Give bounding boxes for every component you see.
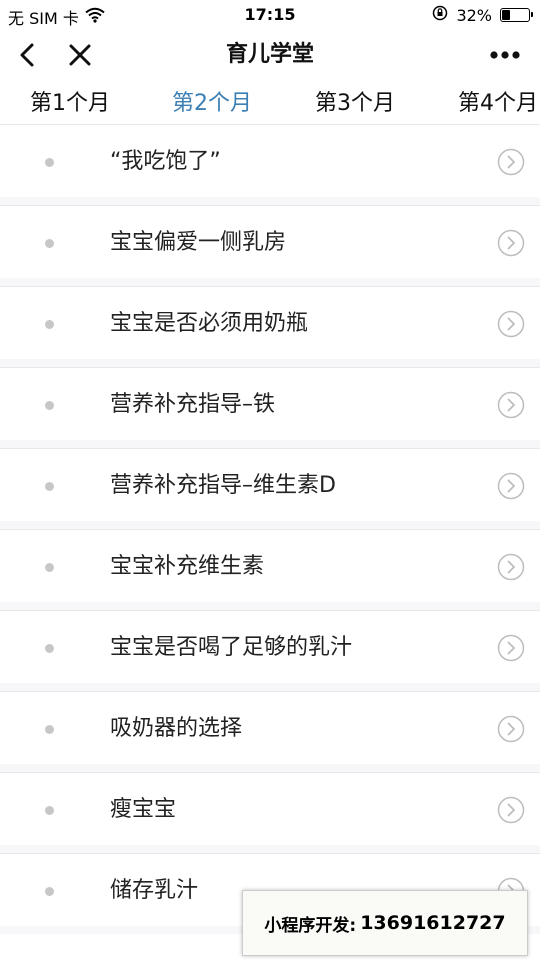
nav-bar: 育儿学堂 — [0, 30, 540, 80]
bullet-dot-icon — [45, 644, 54, 653]
bullet-dot-icon — [45, 401, 54, 410]
list-item-title: 宝宝是否喝了足够的乳汁 — [110, 635, 353, 660]
back-button[interactable] — [8, 30, 48, 80]
bullet-dot-icon — [45, 482, 54, 491]
list-item[interactable]: 宝宝是否喝了足够的乳汁 — [0, 610, 540, 683]
bullet-dot-icon — [45, 725, 54, 734]
list-item-title: 宝宝是否必须用奶瓶 — [110, 311, 309, 336]
list-item[interactable]: 宝宝是否必须用奶瓶 — [0, 286, 540, 359]
list-gap — [0, 602, 540, 610]
list-gap — [0, 764, 540, 772]
list-item-title: 宝宝偏爱一侧乳房 — [110, 230, 287, 255]
list-item[interactable]: “我吃饱了” — [0, 124, 540, 197]
list-item-title: 储存乳汁 — [110, 878, 199, 903]
list-gap — [0, 683, 540, 691]
list-gap — [0, 521, 540, 529]
chevron-right-circle-icon — [497, 148, 525, 176]
more-button[interactable] — [480, 30, 530, 80]
list-item[interactable]: 吸奶器的选择 — [0, 691, 540, 764]
bullet-dot-icon — [45, 158, 54, 167]
status-bar: 无 SIM 卡 17:15 32% — [0, 0, 540, 30]
promo-phone: 13691612727 — [360, 912, 506, 934]
battery-percent: 32% — [456, 5, 492, 25]
list-gap — [0, 197, 540, 205]
list-item[interactable]: 营养补充指导–维生素D — [0, 448, 540, 521]
list-item-title: 营养补充指导–维生素D — [110, 473, 336, 498]
list-item[interactable]: 宝宝补充维生素 — [0, 529, 540, 602]
tab-month-2[interactable]: 第2个月 — [172, 80, 252, 128]
chevron-left-icon — [20, 43, 34, 67]
list-gap — [0, 845, 540, 853]
status-right: 32% — [432, 5, 533, 25]
list-item-title: 宝宝补充维生素 — [110, 554, 265, 579]
close-button[interactable] — [58, 30, 102, 80]
bullet-dot-icon — [45, 806, 54, 815]
orientation-lock-icon — [432, 5, 448, 25]
bullet-dot-icon — [45, 239, 54, 248]
list-item-title: 瘦宝宝 — [110, 797, 177, 822]
list-item[interactable]: 瘦宝宝 — [0, 772, 540, 845]
chevron-right-circle-icon — [497, 391, 525, 419]
promo-label: 小程序开发: — [264, 915, 357, 936]
tab-month-4[interactable]: 第4个月 — [458, 80, 538, 128]
list-gap — [0, 359, 540, 367]
list-item[interactable]: 营养补充指导–铁 — [0, 367, 540, 440]
list-gap — [0, 278, 540, 286]
tab-month-1[interactable]: 第1个月 — [30, 80, 110, 128]
chevron-right-circle-icon — [497, 553, 525, 581]
list-item-title: 营养补充指导–铁 — [110, 392, 276, 417]
chevron-right-circle-icon — [497, 715, 525, 743]
list-item-title: 吸奶器的选择 — [110, 716, 243, 741]
bullet-dot-icon — [45, 563, 54, 572]
list-gap — [0, 440, 540, 448]
bullet-dot-icon — [45, 320, 54, 329]
list-item[interactable]: 宝宝偏爱一侧乳房 — [0, 205, 540, 278]
list-item-title: “我吃饱了” — [110, 149, 221, 174]
battery-icon — [500, 8, 533, 22]
month-tabs: 第1个月 第2个月 第3个月 第4个月 — [0, 80, 540, 128]
battery-level — [502, 10, 510, 20]
more-dots-icon — [490, 51, 520, 59]
chevron-right-circle-icon — [497, 229, 525, 257]
promo-banner: 小程序开发: 13691612727 — [242, 890, 528, 956]
chevron-right-circle-icon — [497, 310, 525, 338]
chevron-right-circle-icon — [497, 796, 525, 824]
tab-month-3[interactable]: 第3个月 — [315, 80, 395, 128]
close-icon — [69, 44, 91, 66]
chevron-right-circle-icon — [497, 634, 525, 662]
bullet-dot-icon — [45, 887, 54, 896]
chevron-right-circle-icon — [497, 472, 525, 500]
